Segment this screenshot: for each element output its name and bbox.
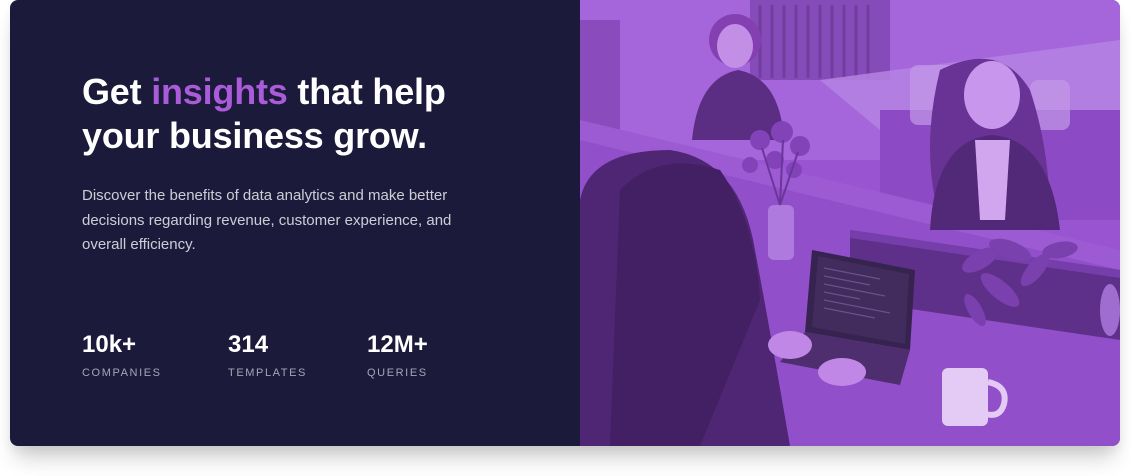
stat-label: Templates — [228, 367, 307, 379]
hero-headline: Get insights that help your business gro… — [82, 70, 502, 158]
hero-image — [580, 0, 1120, 446]
headline-start: Get — [82, 71, 152, 112]
stat-value: 10k+ — [82, 331, 137, 358]
hero-description: Discover the benefits of data analytics … — [82, 187, 452, 253]
office-photo-illustration — [580, 0, 1120, 446]
stat-label: Queries — [367, 367, 428, 379]
stat-value: 314 — [228, 331, 269, 358]
hero-card: Get insights that help your business gro… — [10, 0, 1120, 446]
stat-queries: 12M+ Queries — [367, 330, 428, 379]
stat-templates: 314 Templates — [228, 330, 307, 379]
stat-companies: 10k+ Companies — [82, 330, 162, 379]
hero-content: Get insights that help your business gro… — [82, 0, 542, 446]
stat-label: Companies — [82, 367, 162, 379]
stats-row: 10k+ Companies 314 Templates 12M+ Querie… — [82, 330, 502, 390]
headline-accent-word: insights — [151, 71, 288, 112]
stat-value: 12M+ — [367, 331, 428, 358]
